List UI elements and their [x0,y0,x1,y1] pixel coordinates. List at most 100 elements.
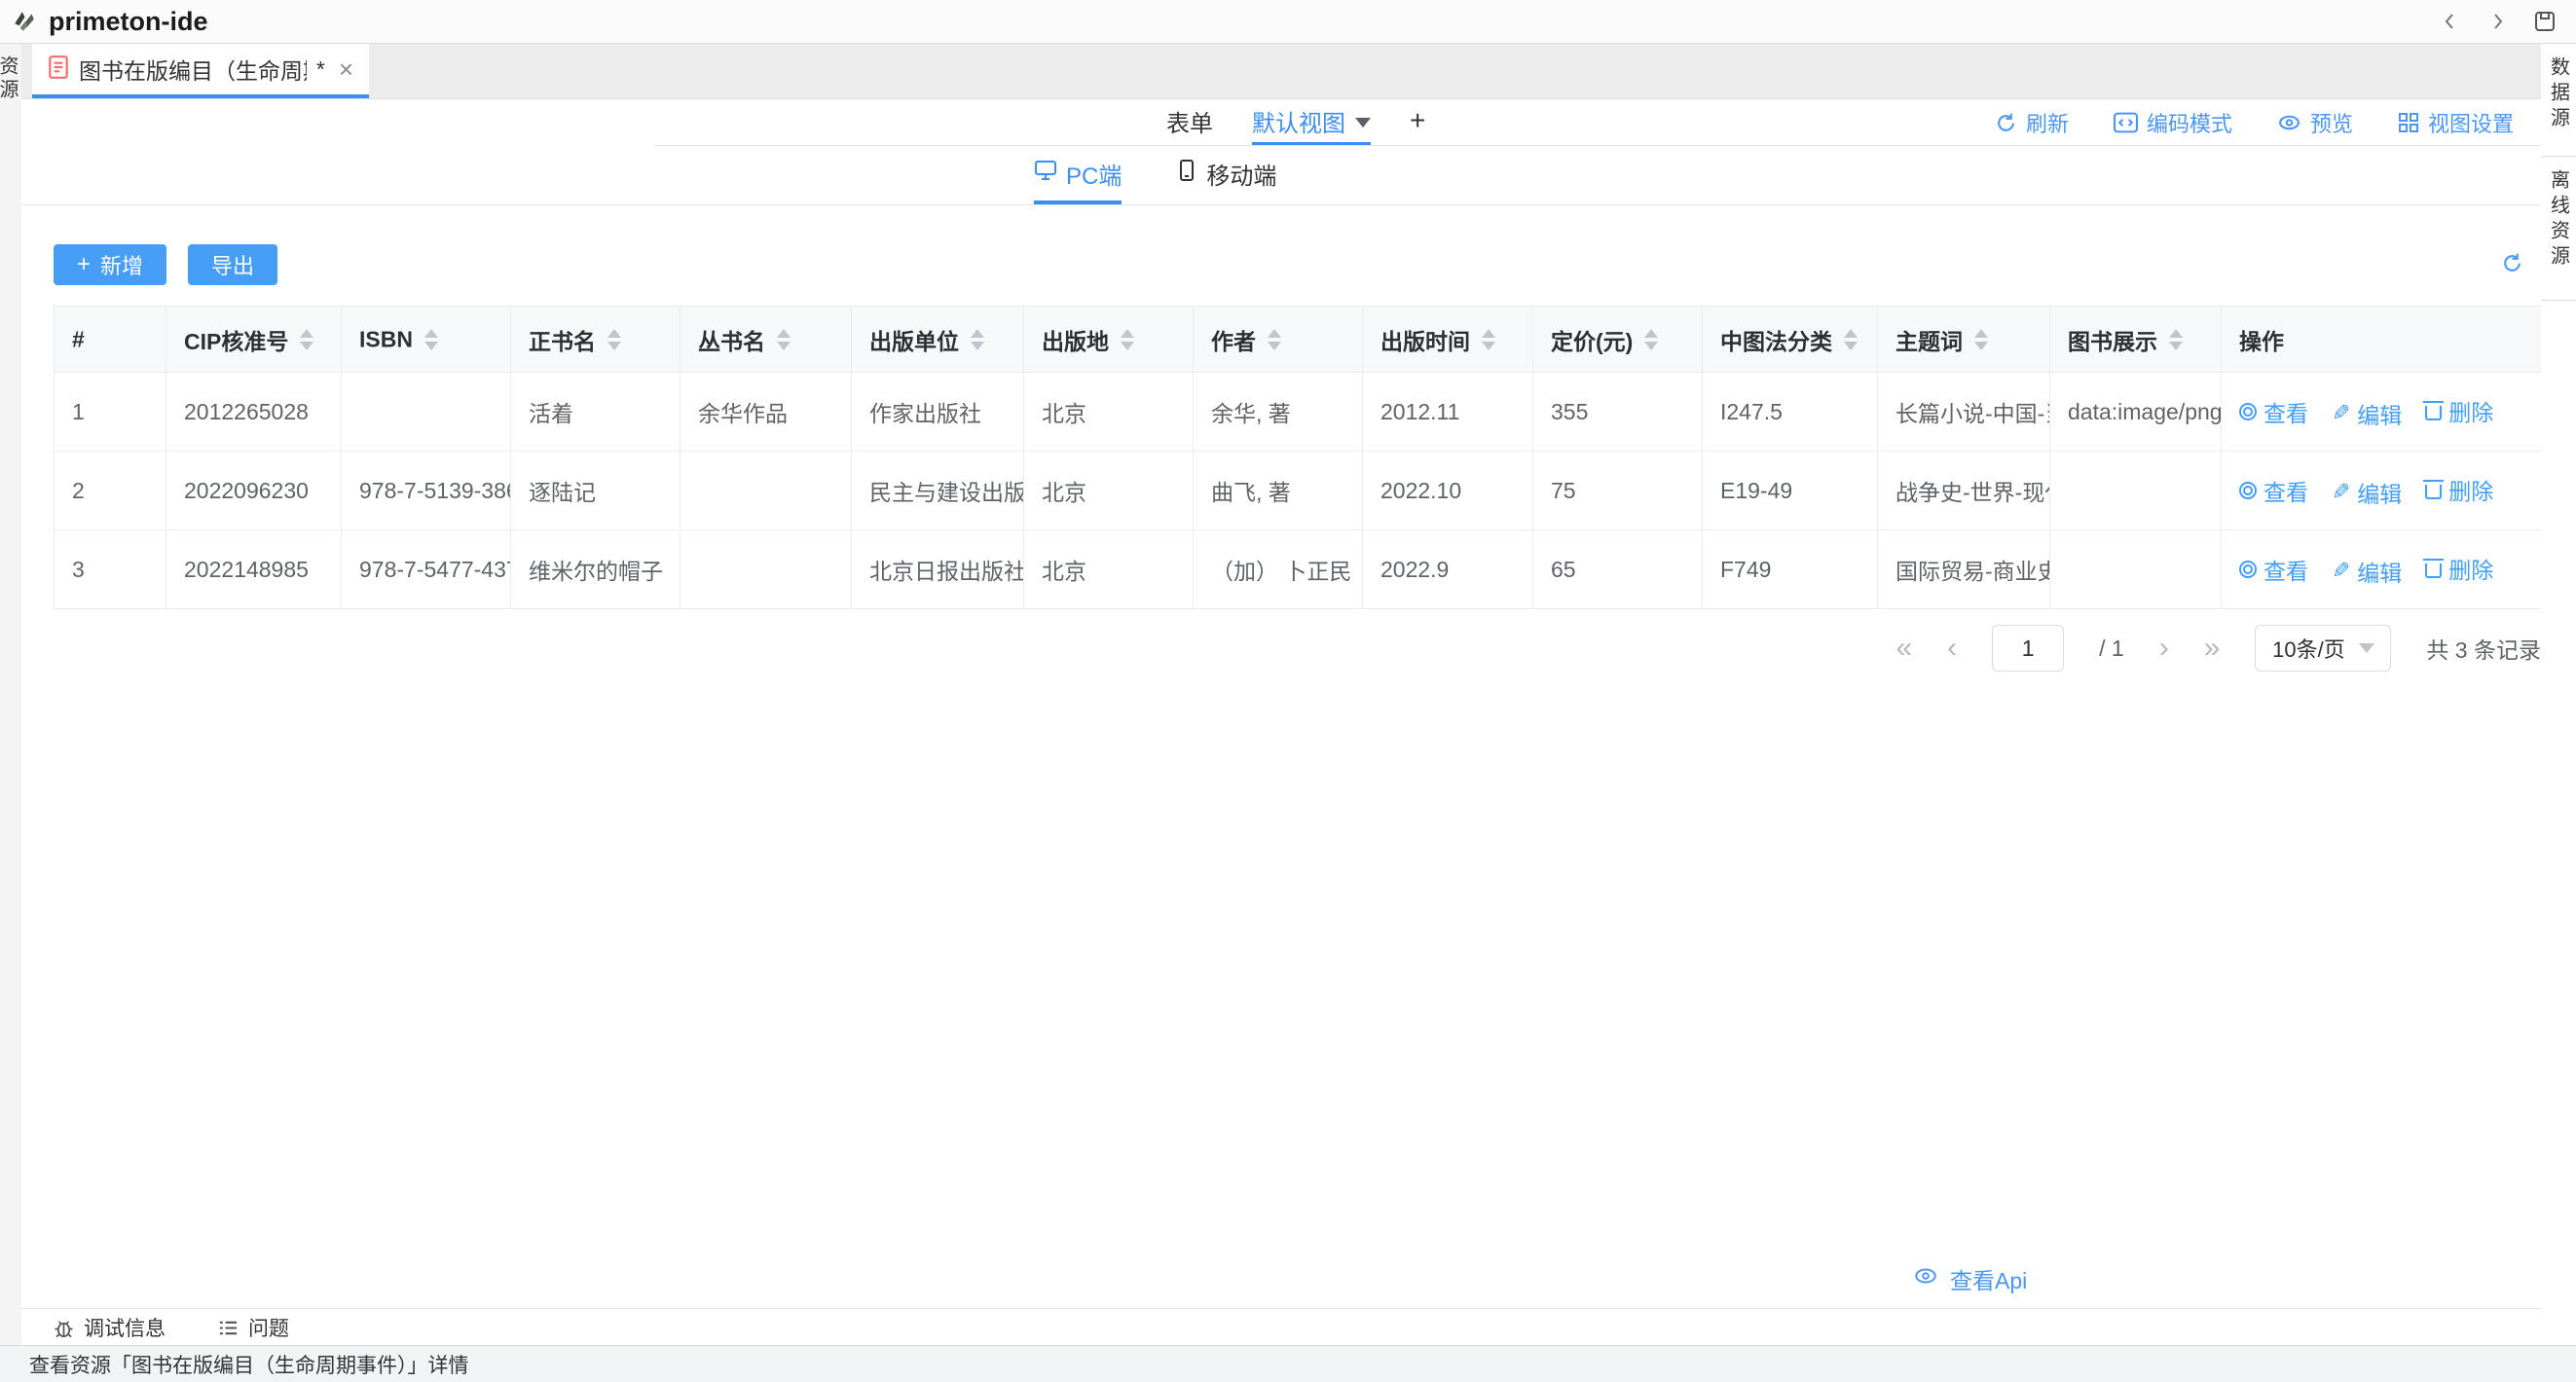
preview-button[interactable]: 预览 [2277,107,2353,138]
view-link[interactable]: 查看 [2239,553,2308,586]
table-refresh-icon[interactable] [2501,252,2523,279]
status-message: 查看资源「图书在版编目（生命周期事件）」详情 [29,1350,469,1379]
status-bar: 查看资源「图书在版编目（生命周期事件）」详情 [0,1345,2576,1382]
trash-icon [2425,564,2442,578]
trash-icon [2425,485,2442,499]
last-page-button[interactable]: » [2204,634,2221,663]
first-page-button[interactable]: « [1895,634,1912,663]
column-header[interactable]: 作者 [1194,307,1363,373]
table-cell [2050,452,2222,530]
table-cell: 余华, 著 [1194,373,1363,452]
column-header[interactable]: 定价(元) [1533,307,1703,373]
row-actions: 查看编辑删除 [2222,452,2542,530]
sidebar-item-resources[interactable]: 资源 [0,55,21,102]
table-cell: 2012265028 [166,373,342,452]
nav-back-icon[interactable] [2440,11,2461,32]
table-cell: 355 [1533,373,1703,452]
sort-carets-icon[interactable] [2169,329,2183,350]
column-label: 主题词 [1895,329,1963,354]
column-label: ISBN [359,327,413,352]
add-button[interactable]: + 新增 [54,244,166,285]
export-button[interactable]: 导出 [188,244,277,285]
tab-pc[interactable]: PC端 [1034,146,1122,204]
sort-carets-icon[interactable] [1121,329,1134,350]
problems-button[interactable]: 问题 [218,1313,289,1342]
add-view-tab-button[interactable]: + [1410,99,1425,146]
view-link[interactable]: 查看 [2239,395,2308,428]
chevron-down-icon [1355,118,1371,127]
sidebar-item-datasource[interactable]: 数据源 [2541,44,2576,157]
sort-carets-icon[interactable] [1974,329,1988,350]
sidebar-item-offline-resources[interactable]: 离线资源 [2541,157,2576,301]
table-cell [681,452,852,530]
column-label: CIP核准号 [184,329,288,354]
view-settings-button[interactable]: 视图设置 [2398,107,2514,138]
column-label: 作者 [1211,329,1256,354]
sort-carets-icon[interactable] [1268,329,1281,350]
edit-link[interactable]: 编辑 [2332,476,2402,509]
right-sidebar: 数据源 离线资源 [2540,44,2576,1346]
refresh-button[interactable]: 刷新 [1995,107,2069,138]
column-header[interactable]: 中图法分类 [1703,307,1878,373]
sort-carets-icon[interactable] [607,329,621,350]
sort-carets-icon[interactable] [777,329,791,350]
column-label: 正书名 [529,329,596,354]
column-header[interactable]: 出版单位 [852,307,1024,373]
table-cell: I247.5 [1703,373,1878,452]
table-cell: 曲飞, 著 [1194,452,1363,530]
sort-carets-icon[interactable] [300,329,313,350]
debug-info-button[interactable]: 调试信息 [54,1313,166,1342]
column-header[interactable]: 出版时间 [1363,307,1533,373]
column-header[interactable]: 图书展示 [2050,307,2222,373]
view-api-link[interactable]: 查看Api [1913,1262,2027,1295]
column-header[interactable]: 出版地 [1024,307,1194,373]
table-cell: 75 [1533,452,1703,530]
column-header[interactable]: 主题词 [1878,307,2050,373]
view-tabs: 表单 默认视图 + [1166,99,1425,146]
table-cell: 长篇小说-中国-当代 [1878,373,2050,452]
prev-page-button[interactable]: ‹ [1947,634,1957,663]
edit-link[interactable]: 编辑 [2332,397,2402,430]
page-size-select[interactable]: 10条/页 [2255,625,2391,672]
row-actions: 查看编辑删除 [2222,530,2542,609]
save-icon[interactable] [2533,10,2557,33]
title-bar: primeton-ide [0,0,2576,44]
sort-carets-icon[interactable] [971,329,984,350]
table-cell [681,530,852,609]
sort-carets-icon[interactable] [424,329,438,350]
table-body: 12012265028活着余华作品作家出版社北京余华, 著2012.11355I… [55,373,2542,609]
column-header[interactable]: CIP核准号 [166,307,342,373]
list-icon [218,1318,239,1338]
app-window: primeton-ide 资源 数据源 离线资源 图书在版编目（生命周期事件） … [0,0,2576,1382]
column-header[interactable]: 丛书名 [681,307,852,373]
tab-form[interactable]: 表单 [1166,99,1213,146]
edit-icon [2332,479,2350,505]
tab-mobile[interactable]: 移动端 [1176,146,1276,204]
bottom-bar: 调试信息 问题 [21,1308,2541,1346]
document-tab[interactable]: 图书在版编目（生命周期事件） * × [32,44,369,98]
column-header[interactable]: 正书名 [511,307,681,373]
column-header[interactable]: ISBN [342,307,511,373]
nav-forward-icon[interactable] [2486,11,2508,32]
column-label: 出版单位 [869,329,959,354]
tab-default-view[interactable]: 默认视图 [1252,99,1371,146]
sort-carets-icon[interactable] [1644,329,1658,350]
table-cell: E19-49 [1703,452,1878,530]
close-icon[interactable]: × [339,56,353,82]
table-cell [2050,530,2222,609]
code-mode-button[interactable]: 编码模式 [2114,107,2232,138]
delete-link[interactable]: 删除 [2425,473,2493,506]
next-page-button[interactable]: › [2159,634,2169,663]
document-tab-label: 图书在版编目（生命周期事件） [79,53,307,86]
sort-carets-icon[interactable] [1482,329,1495,350]
preview-eye-icon [2277,112,2301,133]
edit-link[interactable]: 编辑 [2332,555,2402,588]
view-link[interactable]: 查看 [2239,474,2308,507]
delete-link[interactable]: 删除 [2425,552,2493,585]
data-table: #CIP核准号ISBN正书名丛书名出版单位出版地作者出版时间定价(元)中图法分类… [54,306,2541,609]
sort-carets-icon[interactable] [1844,329,1858,350]
delete-link[interactable]: 删除 [2425,394,2493,427]
page-number-input[interactable]: 1 [1992,625,2064,672]
eye-icon [1913,1265,1938,1292]
table-cell: 2022.10 [1363,452,1533,530]
